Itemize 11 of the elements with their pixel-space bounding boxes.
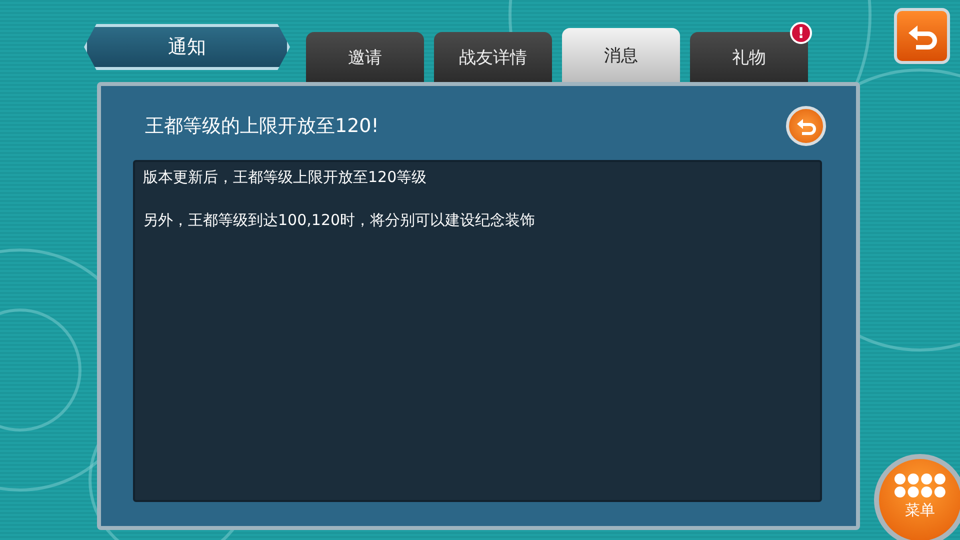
message-paragraph: 另外，王都等级到达100,120时，将分别可以建设纪念装饰 [143, 211, 536, 230]
tab[interactable]: 消息 [562, 28, 680, 82]
message-title: 王都等级的上限开放至120! [144, 114, 379, 139]
message-paragraph: 版本更新后，王都等级上限开放至120等级 [143, 168, 428, 187]
alert-badge: ! [790, 22, 812, 44]
back-button[interactable] [894, 8, 950, 64]
dots-grid-icon [894, 472, 946, 498]
back-button[interactable] [786, 106, 826, 146]
header-title: 通知 [84, 24, 290, 70]
tab[interactable]: 战友详情 [434, 32, 552, 82]
tab[interactable]: 邀请 [306, 32, 424, 82]
